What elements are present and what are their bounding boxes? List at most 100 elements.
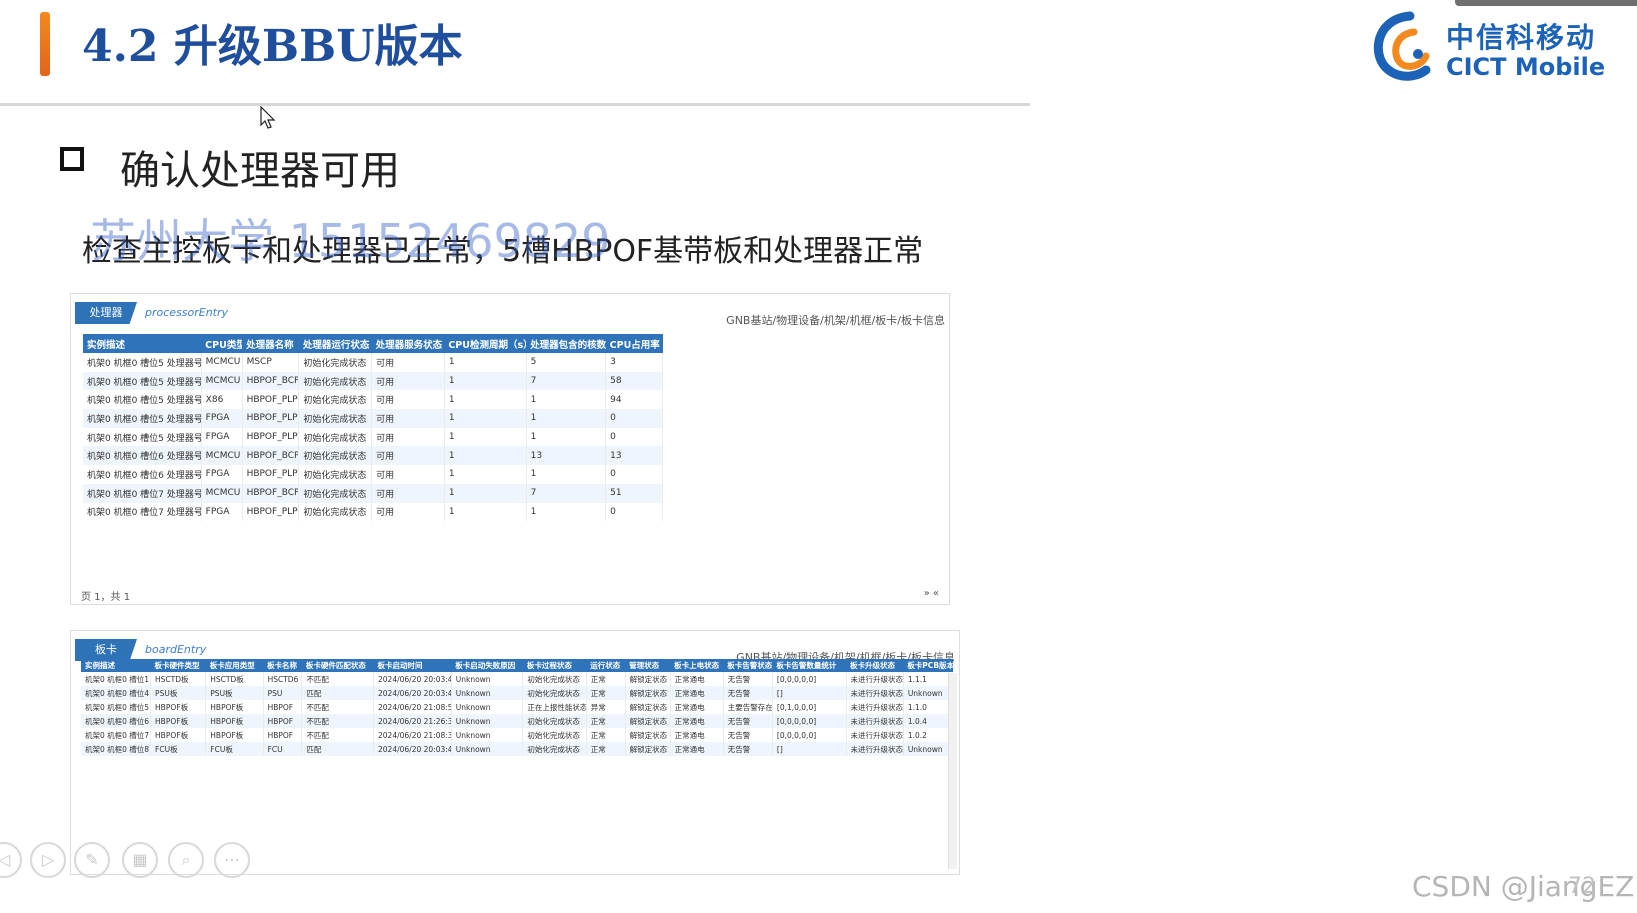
board-table-cell: 机架0 机框0 槽位7 — [81, 728, 152, 742]
board-column-header[interactable]: 板卡启动失败原因 — [451, 659, 523, 672]
board-table-cell: FCU板 — [205, 742, 264, 756]
processor-table-row[interactable]: 机架0 机框0 槽位5 处理器号2 FPGA HBPOF_PLP1 初始化完成状态 可用… — [83, 409, 663, 428]
board-table-cell: 机架0 机框0 槽位5 — [81, 700, 152, 714]
board-table-cell: 正常 — [586, 686, 626, 700]
title-divider — [0, 103, 1030, 106]
processor-table-row[interactable]: 机架0 机框0 槽位7 处理器号0 MCMCU HBPOF_BCP 初始化完成状态 可用… — [83, 483, 663, 503]
processor-column-header[interactable]: CPU类型 — [201, 334, 243, 353]
board-column-header[interactable]: 板卡硬件匹配状态 — [301, 659, 374, 672]
board-table-cell: 2024/06/20 21:08:30 — [373, 728, 452, 742]
board-table-row[interactable]: 机架0 机框0 槽位7 HBPOF板 HBPOF板 HBPOF 不匹配 2024/06/2… — [81, 728, 954, 742]
processor-table-cell: 7 — [526, 483, 607, 503]
processor-table-row[interactable]: 机架0 机框0 槽位5 处理器号0 MCMCU MSCP 初始化完成状态 可用 1 5 3 — [83, 353, 663, 372]
processor-table-cell: FPGA — [201, 465, 243, 484]
processor-column-header[interactable]: 处理器包含的核数 — [526, 334, 606, 353]
board-table-cell: 正常通电 — [670, 714, 724, 728]
processor-pager: 页 1，共 1 — [81, 592, 131, 603]
board-table-cell: 正在上报性能状态 — [522, 700, 587, 714]
board-table-row[interactable]: 机架0 机框0 槽位6 HBPOF板 HBPOF板 HBPOF 不匹配 2024/06/2… — [81, 714, 954, 728]
board-column-header[interactable]: 管理状态 — [625, 659, 671, 672]
board-table-cell: HBPOF板 — [150, 728, 207, 742]
processor-table-cell: 机架0 机框0 槽位6 处理器号1 — [83, 465, 202, 484]
processor-table-cell: MCMCU — [201, 353, 243, 372]
processor-table-row[interactable]: 机架0 机框0 槽位5 处理器号1 X86 HBPOF_PLP0 初始化完成状态 可用 1… — [83, 390, 663, 410]
board-table-cell: Unknown — [451, 672, 524, 686]
processor-column-header[interactable]: 处理器运行状态 — [298, 334, 372, 353]
board-table-row[interactable]: 机架0 机框0 槽位8 FCU板 FCU板 FCU 匹配 2024/06/20 20:03… — [81, 742, 954, 756]
board-column-header[interactable]: 板卡告警数量统计 — [772, 659, 847, 672]
processor-table: 实例描述 CPU类型 处理器名称 处理器运行状态 处理器服务状态 CPU检测周期（s） 处理… — [83, 334, 663, 522]
processor-column-header[interactable]: CPU检测周期（s） — [444, 334, 527, 353]
processor-table-cell: 机架0 机框0 槽位5 处理器号2 — [83, 409, 202, 428]
board-column-header[interactable]: 板卡告警状态 — [723, 659, 773, 672]
board-table-cell: 匹配 — [301, 742, 375, 756]
board-table-row[interactable]: 机架0 机框0 槽位5 HBPOF板 HBPOF板 HBPOF 不匹配 2024/06/2… — [81, 700, 954, 714]
board-column-header[interactable]: 运行状态 — [586, 659, 626, 672]
processor-table-cell: 0 — [605, 409, 663, 428]
processor-table-row[interactable]: 机架0 机框0 槽位5 处理器号0 MCMCU HBPOF_BCP 初始化完成状态 可用… — [83, 371, 663, 391]
processor-entry-label: processorEntry — [145, 306, 229, 319]
processor-table-cell: 1 — [444, 502, 527, 522]
processor-table-cell: HBPOF_PLP1 — [242, 465, 300, 484]
slides-icon[interactable]: ▦ — [122, 842, 158, 878]
processor-column-header[interactable]: 处理器服务状态 — [371, 334, 445, 353]
processor-table-cell: MCMCU — [201, 371, 243, 391]
tab-board[interactable]: 板卡 — [75, 639, 137, 661]
board-scrollbar[interactable] — [948, 673, 957, 869]
board-table-cell: HBPOF板 — [150, 700, 207, 714]
board-table-cell: 无告警 — [723, 714, 773, 728]
board-table-cell: Unknown — [451, 686, 524, 700]
board-table-cell: 匹配 — [301, 686, 375, 700]
previous-icon[interactable]: ◁ — [0, 842, 22, 878]
processor-table-cell: 1 — [526, 427, 607, 447]
processor-table-cell: HBPOF_PLP0 — [242, 390, 300, 410]
processor-table-row[interactable]: 机架0 机框0 槽位6 处理器号1 FPGA HBPOF_PLP1 初始化完成状态 可用… — [83, 465, 663, 484]
processor-column-header[interactable]: CPU占用率 — [605, 334, 663, 353]
processor-table-cell: 94 — [605, 390, 663, 410]
board-column-header[interactable]: 板卡过程状态 — [522, 659, 587, 672]
processor-table-cell: 可用 — [371, 353, 445, 372]
board-column-header[interactable]: 板卡上电状态 — [670, 659, 724, 672]
board-table-cell: 解锁定状态 — [625, 742, 671, 756]
processor-table-row[interactable]: 机架0 机框0 槽位6 处理器号0 MCMCU HBPOF_BCP 初始化完成状态 可用… — [83, 446, 663, 466]
mouse-cursor-icon — [260, 106, 276, 129]
board-column-header[interactable]: 板卡升级状态 — [846, 659, 904, 672]
logo-chinese-text: 中信科移动 — [1446, 21, 1597, 54]
processor-table-cell: HBPOF_BCP — [242, 483, 300, 503]
processor-table-cell: 1 — [526, 465, 607, 484]
processor-table-cell: 初始化完成状态 — [298, 371, 373, 391]
board-column-header[interactable]: 实例描述 — [81, 659, 151, 672]
processor-table-cell: 机架0 机框0 槽位5 处理器号0 — [83, 371, 202, 391]
board-column-header[interactable]: 板卡硬件类型 — [150, 659, 206, 672]
board-table-cell: 初始化完成状态 — [522, 742, 587, 756]
title-accent-bar — [40, 12, 50, 76]
board-table-cell: Unknown — [903, 742, 954, 756]
processor-column-header[interactable]: 处理器名称 — [242, 334, 299, 353]
board-table-row[interactable]: 机架0 机框0 槽位1 HSCTD板 HSCTD板 HSCTD6 不匹配 2024/06/… — [81, 672, 954, 686]
more-icon[interactable]: ⋯ — [214, 842, 250, 878]
processor-table-cell: X86 — [201, 390, 243, 410]
processor-table-row[interactable]: 机架0 机框0 槽位7 处理器号1 FPGA HBPOF_PLP1 初始化完成状态 可用… — [83, 502, 663, 522]
board-column-header[interactable]: 板卡PCB版本号 — [903, 659, 953, 672]
processor-table-cell: 1 — [444, 353, 527, 372]
play-icon[interactable]: ▷ — [30, 842, 66, 878]
processor-pager-nav[interactable]: » « — [924, 588, 939, 599]
board-table-cell: HBPOF板 — [205, 700, 264, 714]
processor-table-cell: FPGA — [201, 427, 243, 447]
processor-column-header[interactable]: 实例描述 — [83, 334, 202, 353]
zoom-icon[interactable]: ⌕ — [168, 842, 204, 878]
pen-icon[interactable]: ✎ — [74, 842, 110, 878]
processor-table-row[interactable]: 机架0 机框0 槽位5 处理器号3 FPGA HBPOF_PLP2 初始化完成状态 可用… — [83, 427, 663, 447]
board-table-row[interactable]: 机架0 机框0 槽位4 PSU板 PSU板 PSU 匹配 2024/06/20 20:03… — [81, 686, 954, 700]
window-top-bar — [1455, 0, 1637, 6]
processor-table-cell: 1 — [444, 409, 527, 428]
board-panel: 板卡 boardEntry GNB基站/物理设备/机架/机框/板卡/板卡信息 实… — [70, 630, 960, 875]
processor-table-cell: 机架0 机框0 槽位7 处理器号0 — [83, 483, 202, 503]
tab-processor[interactable]: 处理器 — [75, 302, 137, 324]
board-column-header[interactable]: 板卡名称 — [263, 659, 302, 672]
board-column-header[interactable]: 板卡启动时间 — [373, 659, 452, 672]
processor-table-cell: 可用 — [371, 409, 445, 428]
processor-table-cell: 1 — [444, 371, 527, 391]
csdn-credit: CSDN @JiangEZ — [1412, 870, 1635, 903]
board-column-header[interactable]: 板卡应用类型 — [205, 659, 264, 672]
